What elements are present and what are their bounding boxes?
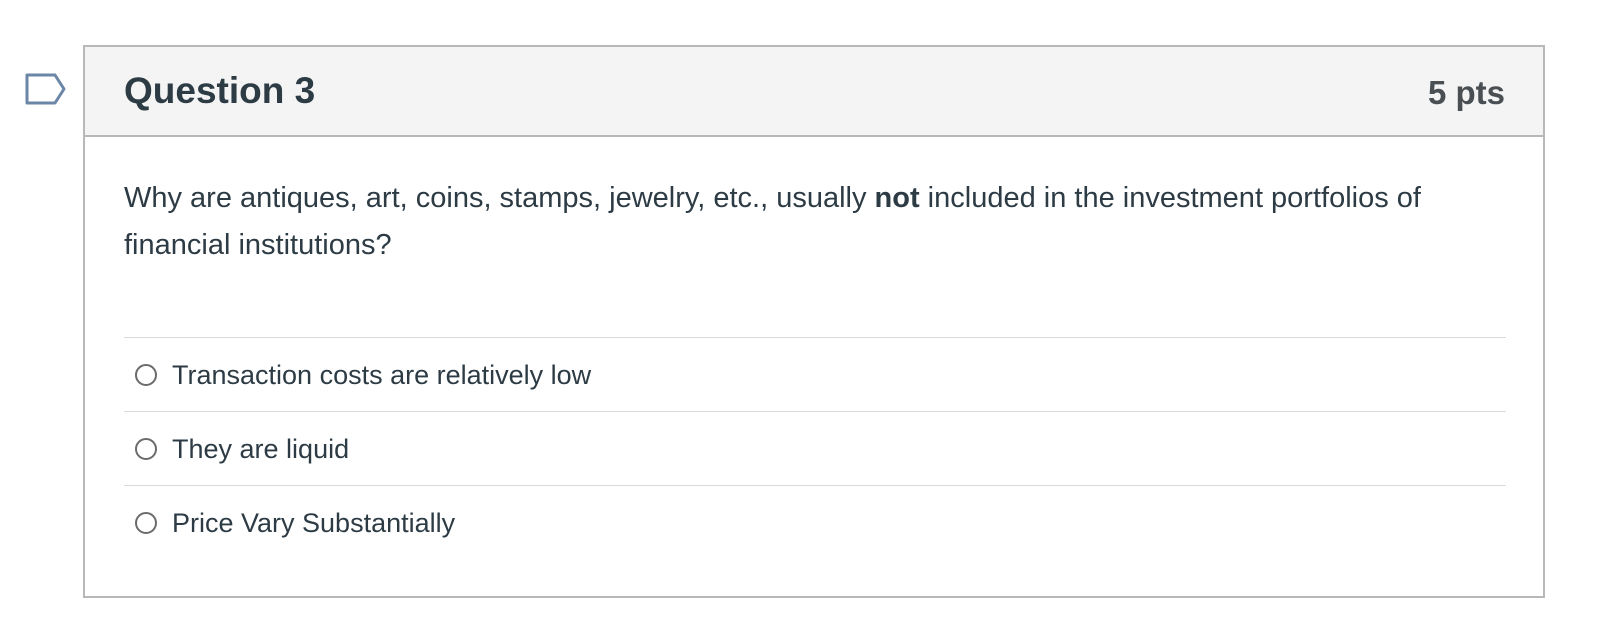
flag-question-icon[interactable] bbox=[24, 72, 68, 106]
question-text: Why are antiques, art, coins, stamps, je… bbox=[124, 175, 1506, 269]
answer-option-3[interactable]: Price Vary Substantially bbox=[124, 485, 1506, 559]
answer-label: They are liquid bbox=[172, 433, 350, 464]
answer-option-2[interactable]: They are liquid bbox=[124, 411, 1506, 485]
question-text-emphasis: not bbox=[874, 182, 920, 214]
question-points: 5 pts bbox=[1427, 74, 1505, 111]
radio-button-icon[interactable] bbox=[135, 511, 157, 534]
question-body: Why are antiques, art, coins, stamps, je… bbox=[124, 182, 1506, 538]
question-card: Question 3 5 pts Why are antiques, art, … bbox=[83, 45, 1545, 598]
answer-option-1[interactable]: Transaction costs are relatively low bbox=[124, 337, 1506, 411]
question-text-start: Why are antiques, art, coins, stamps, je… bbox=[124, 182, 875, 214]
radio-button-icon[interactable] bbox=[135, 437, 157, 460]
radio-button-icon[interactable] bbox=[135, 363, 157, 386]
answer-label: Transaction costs are relatively low bbox=[172, 359, 592, 390]
answer-label: Price Vary Substantially bbox=[172, 507, 456, 538]
answer-list: Transaction costs are relatively low The… bbox=[124, 337, 1506, 559]
question-header: Question 3 5 pts bbox=[85, 47, 1543, 137]
question-title: Question 3 bbox=[124, 70, 316, 111]
